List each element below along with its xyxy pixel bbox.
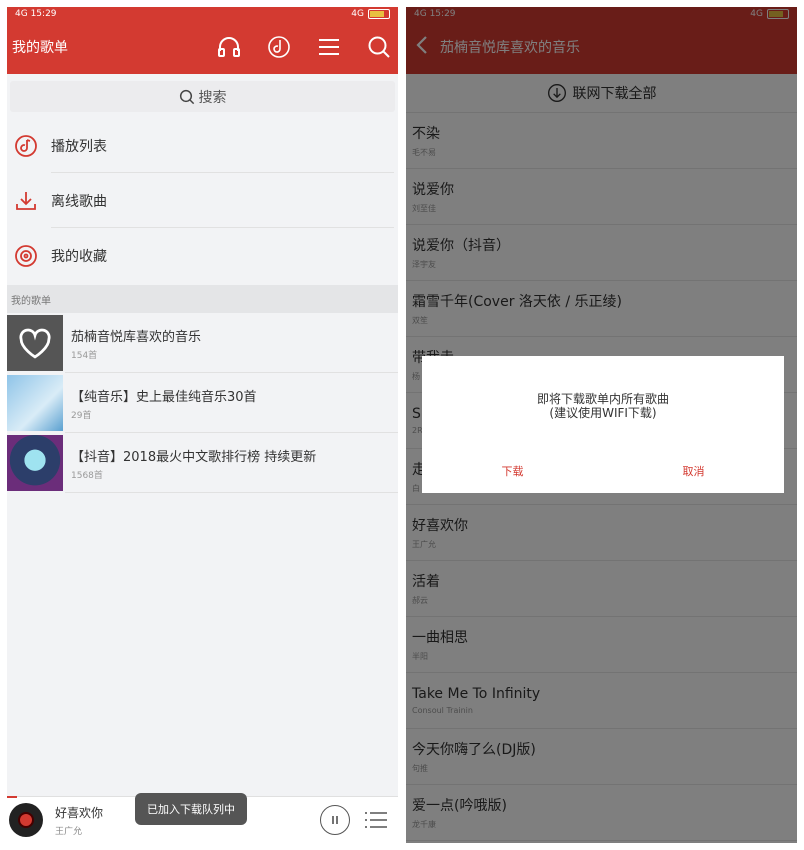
search-icon[interactable] xyxy=(365,33,393,61)
queue-button[interactable] xyxy=(364,808,388,832)
section-title: 我的歌单 xyxy=(7,285,398,313)
menu-item-offline[interactable]: 离线歌曲 xyxy=(7,173,398,228)
app-bar: 我的歌单 xyxy=(7,21,398,73)
playlist-icon xyxy=(13,133,39,159)
search-area: 搜索 xyxy=(7,74,398,118)
cover-image xyxy=(7,435,63,491)
search-placeholder: 搜索 xyxy=(198,89,227,106)
favorite-disc-icon xyxy=(13,243,39,269)
playlist-count: 29首 xyxy=(71,410,92,421)
confirm-download-button[interactable]: 下载 xyxy=(502,463,524,479)
pause-icon xyxy=(332,816,338,824)
toast-message: 已加入下载队列中 xyxy=(135,793,247,825)
now-playing-artist: 王广允 xyxy=(55,826,83,837)
menu-icon[interactable] xyxy=(315,33,343,61)
main-menu: 播放列表 离线歌曲 我的收藏 xyxy=(7,118,398,283)
progress-bar xyxy=(7,796,17,798)
headphones-icon[interactable] xyxy=(215,33,243,61)
menu-label: 我的收藏 xyxy=(51,248,107,265)
playlist-item[interactable]: 茄楠音悦库喜欢的音乐 154首 xyxy=(7,313,398,373)
right-screen: 4G 15:29 4G 茄楠音悦库喜欢的音乐 联网下载全部 不染毛不易 说爱你刘… xyxy=(406,7,797,843)
search-input[interactable]: 搜索 xyxy=(10,81,395,112)
menu-label: 播放列表 xyxy=(51,138,107,155)
playlist-item[interactable]: 【抖音】2018最火中文歌排行榜 持续更新 1568首 xyxy=(7,433,398,493)
cover-image xyxy=(7,315,63,371)
now-playing-info: 好喜欢你 王广允 xyxy=(55,804,103,837)
page-title: 我的歌单 xyxy=(12,40,68,56)
status-time: 15:29 xyxy=(30,9,57,19)
playlist-count: 1568首 xyxy=(71,470,103,481)
cancel-button[interactable]: 取消 xyxy=(683,463,705,479)
dialog-message-line1: 即将下载歌单内所有歌曲 xyxy=(536,392,669,406)
dialog-message: 即将下载歌单内所有歌曲 (建议使用WIFI下载) xyxy=(422,392,784,420)
status-bar: 4G 15:29 4G xyxy=(7,7,398,21)
dialog-buttons: 下载 取消 xyxy=(422,463,784,479)
network-tag: 4G xyxy=(351,9,364,19)
playlist-item[interactable]: 【纯音乐】史上最佳纯音乐30首 29首 xyxy=(7,373,398,433)
album-disc-icon[interactable] xyxy=(9,803,43,837)
dialog-message-line2: (建议使用WIFI下载) xyxy=(549,406,657,420)
battery-icon xyxy=(368,9,390,19)
now-playing-title: 好喜欢你 xyxy=(55,805,104,820)
left-screen: 4G 15:29 4G 我的歌单 搜索 播放列表 离线歌曲 我的收藏 我的歌单 … xyxy=(7,7,398,843)
playlist-count: 154首 xyxy=(71,350,98,361)
menu-item-favorites[interactable]: 我的收藏 xyxy=(7,228,398,283)
heart-icon xyxy=(19,328,51,359)
playlist-list: 茄楠音悦库喜欢的音乐 154首 【纯音乐】史上最佳纯音乐30首 29首 【抖音】… xyxy=(7,313,398,493)
signal-label: 4G xyxy=(15,9,28,19)
menu-item-playlist[interactable]: 播放列表 xyxy=(7,118,398,173)
search-small-icon xyxy=(179,89,194,104)
download-confirm-dialog: 即将下载歌单内所有歌曲 (建议使用WIFI下载) 下载 取消 xyxy=(422,356,784,493)
playlist-name: 茄楠音悦库喜欢的音乐 xyxy=(71,329,202,345)
music-disc-icon[interactable] xyxy=(265,33,293,61)
pause-button[interactable] xyxy=(320,805,350,835)
mini-player[interactable]: 好喜欢你 王广允 已加入下载队列中 xyxy=(7,793,398,843)
download-icon xyxy=(13,188,39,214)
playlist-name: 【抖音】2018最火中文歌排行榜 持续更新 xyxy=(71,449,317,465)
playlist-name: 【纯音乐】史上最佳纯音乐30首 xyxy=(71,389,257,405)
top-bar: 4G 15:29 4G 我的歌单 xyxy=(7,7,398,74)
queue-list-icon xyxy=(365,812,387,828)
cover-image xyxy=(7,375,63,431)
menu-label: 离线歌曲 xyxy=(51,193,107,210)
